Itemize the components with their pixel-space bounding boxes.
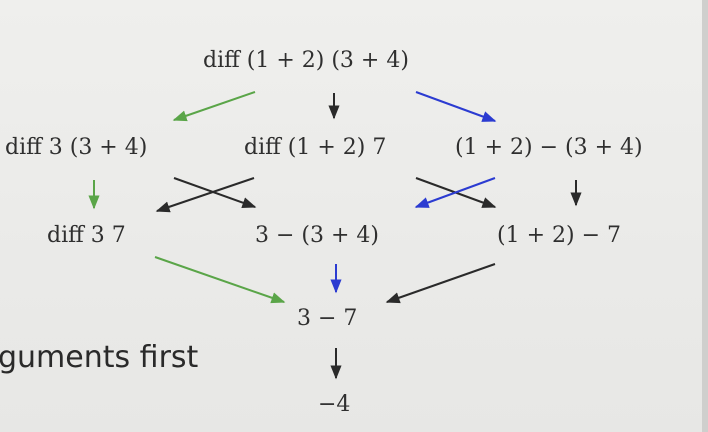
arrow-root-to-left1: [172, 91, 256, 122]
arrow-right2-to-level3: [385, 263, 496, 304]
arrow-left2-to-level3: [154, 256, 286, 304]
arrow-root-to-right1: [415, 91, 497, 122]
reduction-arrows: [88, 91, 582, 380]
arrow-mid1-to-left2: [155, 177, 255, 213]
